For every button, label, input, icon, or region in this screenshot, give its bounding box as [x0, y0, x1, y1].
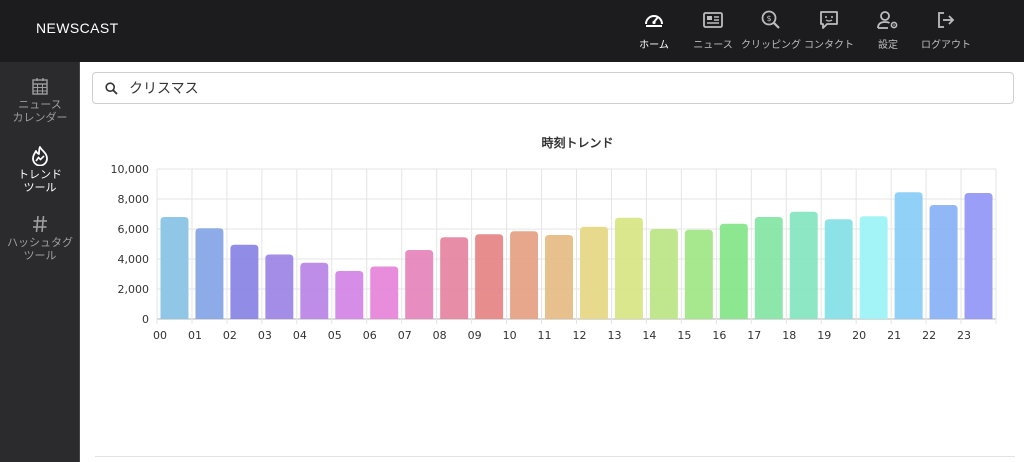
chart-bar	[684, 229, 713, 319]
y-tick-label: 8,000	[118, 193, 150, 206]
nav-home[interactable]: ホーム	[639, 10, 669, 52]
search-icon	[105, 81, 119, 95]
chart-bar	[370, 266, 399, 319]
sidebar-item-news-calendar[interactable]: ニュース カレンダー	[0, 76, 80, 124]
nav-settings[interactable]: 設定	[876, 10, 900, 52]
x-tick-label: 21	[887, 329, 901, 342]
x-tick-label: 17	[747, 329, 761, 342]
divider	[95, 456, 1015, 457]
chart-bar	[510, 231, 539, 319]
nav-news[interactable]: ニュース	[693, 10, 733, 52]
chart-bar	[195, 228, 224, 319]
y-tick-label: 6,000	[118, 223, 150, 236]
chart-bar	[265, 254, 294, 319]
x-tick-label: 18	[782, 329, 796, 342]
hourly-trend-chart: 時刻トレンド 0 2,000 4,000 6,000 8,000 10,000 00 01 02 0…	[111, 135, 997, 342]
x-tick-label: 04	[293, 329, 307, 342]
x-tick-label: 15	[677, 329, 691, 342]
nav-settings-label: 設定	[878, 40, 898, 51]
chart-title: 時刻トレンド	[541, 135, 613, 150]
x-tick-label: 23	[957, 329, 971, 342]
x-tick-label: 10	[503, 329, 517, 342]
x-tick-label: 09	[468, 329, 482, 342]
sidebar-item-label: トレンド ツール	[18, 168, 62, 194]
search-input[interactable]	[129, 80, 989, 96]
brand-logo[interactable]: NEWSCAST	[36, 20, 119, 36]
dashboard-gauge-icon	[643, 10, 665, 30]
x-tick-label: 05	[328, 329, 342, 342]
nav-clipping[interactable]: $ クリッピング	[741, 10, 801, 52]
chart-bar	[929, 205, 958, 319]
x-tick-label: 07	[398, 329, 412, 342]
chart-bar	[545, 235, 574, 319]
search-bar	[92, 72, 1014, 104]
x-tick-label: 01	[188, 329, 202, 342]
x-tick-label: 14	[642, 329, 656, 342]
chart-bar	[824, 219, 853, 319]
nav-contact-label: コンタクト	[804, 40, 854, 51]
sidebar-item-label: ハッシュタグ ツール	[7, 236, 73, 262]
nav-logout-label: ログアウト	[921, 40, 971, 51]
chart-bar	[649, 229, 678, 319]
top-navbar: NEWSCAST ホーム ニュース $ クリッピング コンタクト 設定 ログアウ…	[0, 0, 1024, 62]
chart-bar	[859, 216, 888, 319]
sidebar-item-label: ニュース カレンダー	[12, 98, 68, 124]
chart-bar	[230, 244, 259, 319]
chart-bar	[754, 217, 783, 319]
x-tick-label: 16	[712, 329, 726, 342]
logout-icon	[935, 10, 957, 30]
y-tick-label: 0	[142, 313, 149, 326]
chart-bar	[894, 192, 923, 319]
chart-bar	[614, 217, 643, 319]
chart-bar	[789, 211, 818, 319]
sidebar-item-hashtag-tool[interactable]: ハッシュタグ ツール	[0, 214, 80, 262]
trend-flame-icon	[30, 146, 50, 166]
x-tick-label: 22	[922, 329, 936, 342]
x-tick-label: 06	[363, 329, 377, 342]
nav-home-label: ホーム	[639, 40, 669, 51]
chart-bar	[300, 262, 329, 319]
x-tick-label: 03	[258, 329, 272, 342]
nav-news-label: ニュース	[693, 40, 733, 51]
hashtag-icon	[30, 214, 50, 234]
x-tick-label: 20	[852, 329, 866, 342]
x-tick-label: 13	[607, 329, 621, 342]
nav-logout[interactable]: ログアウト	[921, 10, 971, 52]
newspaper-icon	[702, 10, 724, 30]
chart-bar	[405, 250, 434, 319]
svg-text:$: $	[766, 14, 771, 23]
y-tick-label: 4,000	[118, 253, 150, 266]
x-tick-label: 19	[817, 329, 831, 342]
chart-bar	[475, 234, 504, 319]
nav-clipping-label: クリッピング	[741, 40, 801, 51]
chart-bar	[579, 226, 608, 319]
search-dollar-icon: $	[760, 10, 782, 30]
chart-bar	[335, 271, 364, 319]
sidebar-item-trend-tool[interactable]: トレンド ツール	[0, 146, 80, 194]
x-tick-label: 08	[433, 329, 447, 342]
chart-bar	[719, 223, 748, 319]
x-tick-label: 00	[153, 329, 167, 342]
x-tick-label: 02	[223, 329, 237, 342]
nav-contact[interactable]: コンタクト	[804, 10, 854, 52]
sidebar: ニュース カレンダー トレンド ツール ハッシュタグ ツール	[0, 62, 80, 462]
x-tick-label: 11	[538, 329, 552, 342]
user-cog-icon	[877, 10, 899, 30]
x-tick-label: 12	[573, 329, 587, 342]
chart-bar	[964, 193, 993, 319]
calendar-icon	[30, 76, 50, 96]
chart-bar	[160, 217, 189, 319]
chat-bubble-icon	[818, 10, 840, 30]
y-tick-label: 2,000	[118, 283, 150, 296]
chart-bar	[440, 237, 469, 319]
y-tick-label: 10,000	[111, 163, 150, 176]
